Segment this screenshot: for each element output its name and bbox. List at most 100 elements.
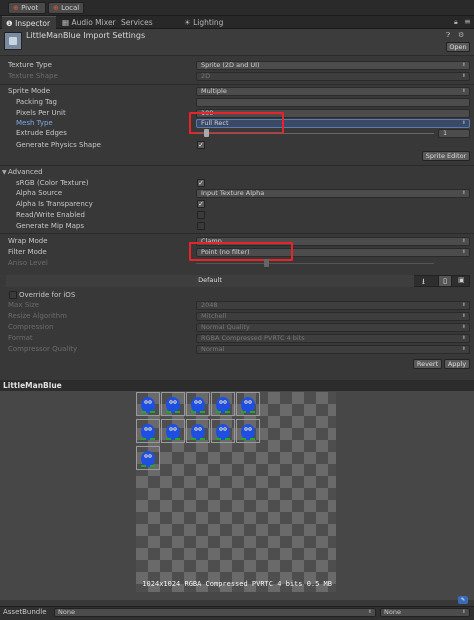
tab-label: Inspector (15, 19, 51, 28)
alpha-transparency-label: Alpha Is Transparency (16, 200, 93, 208)
extrude-edges-slider-handle[interactable] (204, 129, 209, 137)
mesh-type-label: Mesh Type (16, 119, 53, 127)
dropdown-arrow-icon: ⬍ (461, 313, 466, 319)
open-button[interactable]: Open (446, 42, 470, 52)
local-icon: ⊕ (53, 4, 59, 12)
filter-mode-highlight (189, 242, 293, 261)
sprite-frame (136, 446, 160, 470)
local-label: Local (61, 4, 80, 12)
sprite-frame (236, 392, 260, 416)
physics-shape-checkbox[interactable]: ✓ (197, 141, 205, 149)
format-value: RGBA Compressed PVRTC 4 bits (201, 334, 305, 342)
compression-label: Compression (8, 323, 54, 331)
dropdown-arrow-icon: ⬍ (461, 335, 466, 341)
max-size-value: 2048 (201, 301, 218, 309)
tab-label: Lighting (193, 18, 224, 27)
dropdown-arrow-icon: ⬍ (461, 302, 466, 308)
tab-inspector[interactable]: ❶ Inspector (2, 16, 56, 29)
sprite-frame (186, 419, 210, 443)
pivot-button[interactable]: ⊕ Pivot (8, 2, 46, 14)
mip-maps-label: Generate Mip Maps (16, 222, 84, 230)
help-icon[interactable]: ❓︎ (446, 31, 450, 40)
alpha-source-value: Input Texture Alpha (201, 189, 265, 197)
tab-label: Services (121, 18, 153, 27)
apply-button[interactable]: Apply (444, 359, 470, 369)
pivot-label: Pivot (21, 4, 39, 12)
mip-maps-checkbox[interactable] (197, 222, 205, 230)
srgb-checkbox[interactable]: ✓ (197, 179, 205, 187)
dropdown-arrow-icon: ⬍ (461, 190, 466, 196)
preview-title: LittleManBlue (0, 380, 474, 391)
dropdown-arrow-icon: ⬍ (461, 238, 466, 244)
sprite-mode-dropdown[interactable]: Multiple ⬍ (196, 87, 470, 96)
override-ios-label: Override for iOS (19, 291, 76, 299)
download-icon[interactable]: ⭳ (422, 276, 425, 290)
android-icon[interactable]: ▣ (458, 276, 465, 284)
texture-shape-label: Texture Shape (8, 72, 58, 80)
lock-icon[interactable]: 🔒︎ (454, 18, 458, 27)
foldout-arrow-icon[interactable]: ▼ (2, 169, 7, 176)
extrude-edges-slider-track[interactable] (196, 133, 434, 134)
format-dropdown: RGBA Compressed PVRTC 4 bits ⬍ (196, 334, 470, 343)
tag-icon[interactable]: ✎ (458, 596, 468, 604)
dropdown-arrow-icon: ⬍ (461, 88, 466, 94)
aniso-slider-track (196, 263, 434, 264)
settings-gear-icon[interactable]: ⚙ (458, 31, 464, 39)
max-size-label: Max Size (8, 301, 40, 309)
aniso-level-label: Aniso Level (8, 259, 48, 267)
extrude-edges-label: Extrude Edges (16, 129, 67, 137)
aniso-slider-handle (264, 259, 269, 267)
format-label: Format (8, 334, 33, 342)
alpha-source-dropdown[interactable]: Input Texture Alpha ⬍ (196, 189, 470, 198)
resize-algorithm-value: Mitchell (201, 312, 227, 320)
compressor-quality-dropdown: Normal ⬍ (196, 345, 470, 354)
tab-default-platform[interactable]: Default (6, 275, 414, 287)
lighting-icon: ☀ (184, 18, 191, 27)
override-ios-checkbox[interactable] (9, 291, 17, 299)
divider (0, 165, 474, 166)
sprite-frame (136, 419, 160, 443)
packing-tag-input[interactable] (196, 98, 470, 107)
pixels-per-unit-label: Pixels Per Unit (16, 109, 66, 117)
info-icon: ❶ (6, 19, 13, 28)
read-write-checkbox[interactable] (197, 211, 205, 219)
texture-type-dropdown[interactable]: Sprite (2D and UI) ⬍ (196, 61, 470, 70)
sprite-editor-button[interactable]: Sprite Editor (422, 151, 470, 161)
extrude-edges-input[interactable]: 1 (438, 129, 470, 138)
texture-info: 1024x1024 RGBA Compressed PVRTC 4 bits 0… (142, 580, 332, 588)
compression-dropdown: Normal Quality ⬍ (196, 323, 470, 332)
alpha-source-label: Alpha Source (16, 189, 63, 197)
mixer-icon: ▦ (62, 18, 70, 27)
divider (0, 233, 474, 234)
resize-algorithm-dropdown: Mitchell ⬍ (196, 312, 470, 321)
ios-device-icon[interactable]: ▯ (438, 275, 452, 287)
sprite-frame (211, 419, 235, 443)
page-title: LittleManBlue Import Settings (26, 31, 146, 40)
local-button[interactable]: ⊕ Local (48, 2, 84, 14)
asset-bundle-variant-dropdown[interactable]: None ⬍ (380, 608, 470, 617)
tab-services[interactable]: Services (117, 16, 157, 29)
texture-type-label: Texture Type (8, 61, 52, 69)
texture-shape-value: 2D (201, 72, 211, 80)
menu-icon[interactable]: ≡ (464, 17, 471, 26)
compressor-quality-label: Compressor Quality (8, 345, 78, 353)
dropdown-arrow-icon: ⬍ (461, 62, 466, 68)
physics-shape-label: Generate Physics Shape (16, 141, 101, 149)
pivot-icon: ⊕ (13, 4, 19, 12)
revert-button[interactable]: Revert (413, 359, 442, 369)
tab-lighting[interactable]: ☀ Lighting (180, 16, 227, 29)
srgb-label: sRGB (Color Texture) (16, 179, 89, 187)
advanced-foldout[interactable]: Advanced (8, 167, 43, 177)
tab-audio-mixer[interactable]: ▦ Audio Mixer (58, 16, 120, 29)
alpha-transparency-checkbox[interactable]: ✓ (197, 200, 205, 208)
divider (0, 84, 474, 85)
sprite-frame (186, 392, 210, 416)
sprite-sheet-preview (136, 392, 336, 592)
sprite-frame (161, 419, 185, 443)
sprite-frame (236, 419, 260, 443)
asset-bundle-name-dropdown[interactable]: None ⬍ (54, 608, 376, 617)
sprite-frame (211, 392, 235, 416)
dropdown-arrow-icon: ⬍ (461, 324, 466, 330)
compression-value: Normal Quality (201, 323, 250, 331)
asset-bundle-label: AssetBundle (3, 608, 47, 616)
